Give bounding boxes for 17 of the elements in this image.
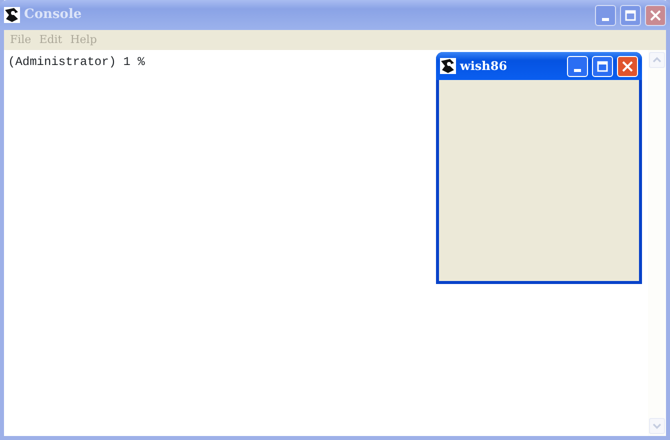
scrollbar[interactable] [648,50,666,436]
scroll-down-icon[interactable] [649,418,665,434]
window-title: wish86 [460,58,508,75]
console-output: (Administrator) 1 % [7,54,146,71]
maximize-icon [597,60,608,72]
maximize-button[interactable] [620,4,641,26]
minimize-icon [574,68,581,72]
close-icon [650,10,661,20]
app-icon [4,7,20,23]
maximize-icon [625,10,636,20]
close-icon [622,60,633,72]
close-button[interactable] [645,4,666,26]
window-title: Console [24,6,83,24]
scroll-up-icon[interactable] [649,52,665,68]
minimize-button[interactable] [595,4,616,26]
app-icon [440,58,456,74]
minimize-icon [602,18,609,20]
